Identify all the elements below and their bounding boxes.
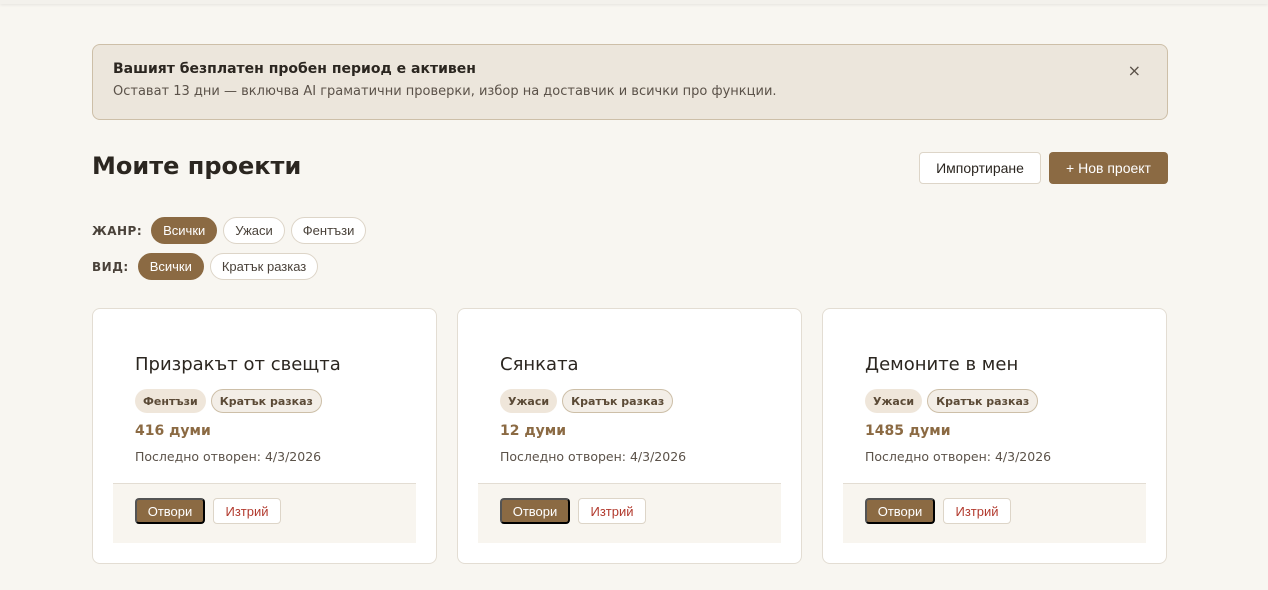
project-card[interactable]: Демоните в мен Ужаси Кратък разказ 1485 … <box>822 308 1167 564</box>
project-title: Сянката <box>500 354 579 375</box>
genre-chip-horror[interactable]: Ужаси <box>223 217 285 244</box>
word-count: 1485 думи <box>865 423 951 439</box>
kind-chip-short-story[interactable]: Кратък разказ <box>209 253 319 280</box>
genre-tag: Фентъзи <box>135 389 206 413</box>
kind-tag: Кратък разказ <box>562 389 674 413</box>
last-opened: Последно отворен: 4/3/2026 <box>500 449 687 464</box>
word-count: 416 думи <box>135 423 211 439</box>
project-title: Демоните в мен <box>865 354 1019 375</box>
open-button[interactable]: Отвори <box>135 498 205 524</box>
kind-filter: ВИД: Всички Кратък разказ <box>92 253 319 280</box>
kind-filter-label: ВИД: <box>92 259 129 274</box>
trial-banner: Вашият безплатен пробен период е активен… <box>92 44 1168 120</box>
project-tags: Ужаси Кратък разказ <box>500 389 674 413</box>
last-opened: Последно отворен: 4/3/2026 <box>135 449 322 464</box>
kind-tag: Кратък разказ <box>927 389 1039 413</box>
import-button[interactable]: Импортиране <box>919 152 1041 184</box>
genre-filter-label: ЖАНР: <box>92 223 143 238</box>
page-title: Моите проекти <box>92 152 302 180</box>
word-count: 12 думи <box>500 423 567 439</box>
banner-text: Остават 13 дни — включва AI граматични п… <box>113 84 777 99</box>
top-bar <box>0 0 1268 4</box>
genre-filter: ЖАНР: Всички Ужаси Фентъзи <box>92 217 367 244</box>
genre-tag: Ужаси <box>865 389 923 413</box>
open-button[interactable]: Отвори <box>500 498 570 524</box>
project-card[interactable]: Сянката Ужаси Кратък разказ 12 думи Посл… <box>457 308 802 564</box>
last-opened: Последно отворен: 4/3/2026 <box>865 449 1052 464</box>
project-title: Призракът от свещта <box>135 354 341 375</box>
banner-title: Вашият безплатен пробен период е активен <box>113 61 476 77</box>
delete-button[interactable]: Изтрий <box>943 498 1011 524</box>
genre-chip-fantasy[interactable]: Фентъзи <box>290 217 367 244</box>
delete-button[interactable]: Изтрий <box>578 498 646 524</box>
delete-button[interactable]: Изтрий <box>213 498 281 524</box>
kind-tag: Кратък разказ <box>210 389 322 413</box>
genre-chip-all[interactable]: Всички <box>151 217 218 244</box>
card-footer: Отвори Изтрий <box>478 483 781 543</box>
genre-tag: Ужаси <box>500 389 558 413</box>
close-icon[interactable]: × <box>1128 61 1141 81</box>
project-tags: Ужаси Кратък разказ <box>865 389 1039 413</box>
card-footer: Отвори Изтрий <box>113 483 416 543</box>
card-footer: Отвори Изтрий <box>843 483 1146 543</box>
new-project-button[interactable]: + Нов проект <box>1049 152 1168 184</box>
open-button[interactable]: Отвори <box>865 498 935 524</box>
project-card[interactable]: Призракът от свещта Фентъзи Кратък разка… <box>92 308 437 564</box>
project-tags: Фентъзи Кратък разказ <box>135 389 322 413</box>
kind-chip-all[interactable]: Всички <box>137 253 204 280</box>
